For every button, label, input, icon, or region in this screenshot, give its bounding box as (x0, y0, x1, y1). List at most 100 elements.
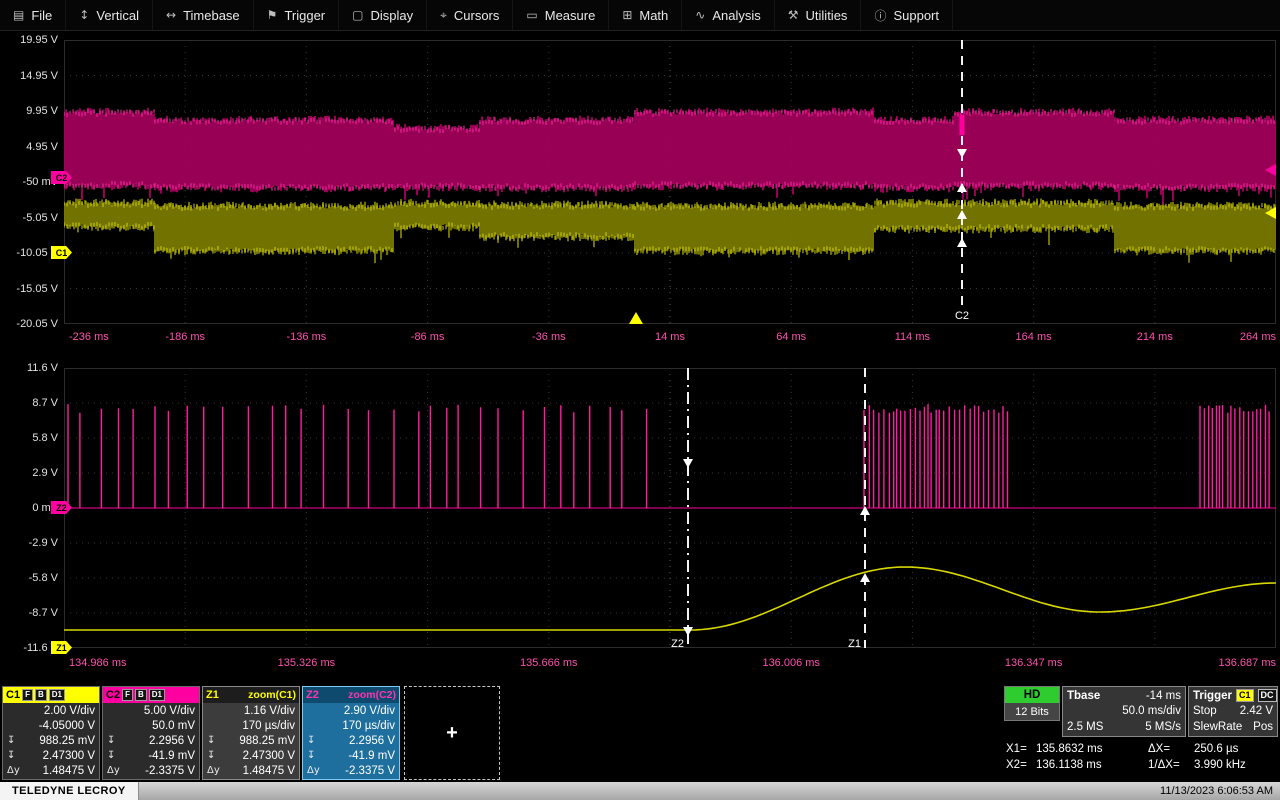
utilities-icon: ⚒ (787, 8, 799, 22)
menu-item-label: File (31, 7, 53, 23)
descriptor-row: 2.90 V/div (303, 703, 399, 718)
menu-item-analysis[interactable]: ∿ Analysis (682, 0, 775, 30)
upper-x-label: -86 ms (410, 331, 445, 343)
descriptor-c1[interactable]: C1 F B D1 2.00 V/div -4.05000 V ↧ 988.25 mV ↧ 2.4… (2, 686, 100, 780)
vertical-icon: ↕ (79, 8, 90, 22)
descriptor-z1[interactable]: Z1 zoom(C1) 1.16 V/div 170 µs/div ↧ 988.25 mV… (202, 686, 300, 780)
upper-y-label: -10.05 V (16, 247, 58, 259)
lower-x-label: 134.986 ms (69, 657, 127, 669)
descriptor-row: 1.16 V/div (203, 703, 299, 718)
hd-label: HD (1005, 687, 1059, 703)
trigger-kind: SlewRate (1193, 720, 1243, 733)
upper-x-label: 214 ms (1136, 331, 1173, 343)
row-value: -4.05000 V (38, 719, 95, 732)
badge-b: B (134, 689, 147, 701)
descriptor-row: ↧ 2.2956 V (103, 733, 199, 748)
row-value: 1.48475 V (242, 764, 295, 777)
status-bar: TELEDYNE LECROY 11/13/2023 6:06:53 AM (0, 782, 1280, 800)
lower-grid[interactable]: Z2 Z1 (64, 368, 1276, 648)
lower-y-label: -8.7 V (28, 607, 58, 619)
lower-y-label: 11.6 V (27, 362, 58, 374)
row-glyph: ↧ (7, 750, 16, 761)
menu-item-file[interactable]: ▤ File (0, 0, 67, 30)
x1-value: 135.8632 ms (1036, 743, 1103, 755)
descriptor-row: Δy 1.48475 V (3, 763, 99, 778)
upper-x-label: 114 ms (894, 331, 931, 343)
row-glyph: ↧ (207, 735, 216, 746)
cursor-readout: X1= 135.8632 ms ΔX= 250.6 µs X2= 136.113… (1006, 741, 1278, 773)
trigger-level: 2.42 V (1239, 705, 1273, 718)
row-glyph: ↧ (107, 735, 116, 746)
timebase-box[interactable]: Tbase -14 ms 50.0 ms/div 2.5 MS 5 MS/s (1062, 686, 1186, 737)
row-glyph: Δy (207, 765, 220, 776)
hd-indicator[interactable]: HD 12 Bits (1004, 686, 1060, 721)
descriptor-z2[interactable]: Z2 zoom(C2) 2.90 V/div 170 µs/div ↧ 2.2956 V ↧… (302, 686, 400, 780)
row-glyph: Δy (307, 765, 320, 776)
add-trace-button[interactable]: + (404, 686, 500, 780)
upper-y-label: 14.95 V (20, 69, 58, 82)
row-value: 2.90 V/div (343, 704, 395, 717)
trigger-label: Trigger (1193, 689, 1232, 702)
upper-grid[interactable]: C2 (64, 40, 1276, 324)
descriptor-row: 50.0 mV (103, 718, 199, 733)
support-icon: ⓘ (874, 8, 887, 23)
lower-x-label: 135.666 ms (520, 657, 578, 669)
lower-y-label: -11.6 V (23, 642, 58, 654)
row-value: 1.48475 V (42, 764, 95, 777)
menu-item-timebase[interactable]: ↔ Timebase (153, 0, 254, 30)
upper-x-label: 14 ms (655, 331, 685, 343)
menu-item-vertical[interactable]: ↕ Vertical (66, 0, 153, 30)
descriptor-row: 170 µs/div (203, 718, 299, 733)
descriptor-header[interactable]: C1 F B D1 (3, 687, 99, 703)
upper-x-label: -186 ms (165, 331, 206, 343)
trace-z2 (67, 404, 1270, 508)
menu-item-support[interactable]: ⓘ Support (861, 0, 953, 30)
upper-y-label: -50 mV (22, 176, 58, 188)
upper-y-label: 19.95 V (20, 34, 58, 46)
oscilloscope-screen: ▤ File ↕ Vertical ↔ Timebase ⚑ Trigger ▢ Display ⌖… (0, 0, 1280, 800)
row-value: 1.16 V/div (243, 704, 295, 717)
menu-item-trigger[interactable]: ⚑ Trigger (254, 0, 340, 30)
descriptor-row: Δy 1.48475 V (203, 763, 299, 778)
descriptor-header[interactable]: C2 F B D1 (103, 687, 199, 703)
row-value: -41.9 mV (148, 749, 195, 762)
upper-x-label: 164 ms (1015, 331, 1052, 343)
trigger-position-marker[interactable] (629, 312, 643, 324)
menu-bar: ▤ File ↕ Vertical ↔ Timebase ⚑ Trigger ▢ Display ⌖… (0, 0, 1280, 31)
menu-item-label: Math (639, 7, 669, 23)
menu-item-display[interactable]: ▢ Display (339, 0, 428, 30)
menu-item-label: Measure (544, 7, 596, 23)
menu-item-cursors[interactable]: ⌖ Cursors (427, 0, 514, 30)
upper-x-label: 264 ms (1239, 331, 1276, 343)
trace-label: C1 (6, 689, 21, 701)
trigger-box[interactable]: Trigger C1 DC Stop 2.42 V SlewRate Pos (1188, 686, 1278, 737)
descriptor-row: 5.00 V/div (103, 703, 199, 718)
row-value: 2.47300 V (42, 749, 95, 762)
upper-x-label: 64 ms (776, 331, 807, 343)
brand-logo: TELEDYNE LECROY (0, 782, 139, 800)
row-value: 988.25 mV (239, 734, 295, 747)
menu-item-label: Vertical (96, 7, 139, 23)
lower-x-label: 136.006 ms (762, 657, 820, 669)
menu-item-utilities[interactable]: ⚒ Utilities (775, 0, 862, 30)
descriptor-row: ↧ 988.25 mV (203, 733, 299, 748)
menu-item-label: Display (370, 7, 414, 23)
menu-item-measure[interactable]: ▭ Measure (513, 0, 610, 30)
trace-label: Z2 (306, 689, 319, 701)
row-value: 5.00 V/div (143, 704, 195, 717)
row-glyph: ↧ (307, 750, 316, 761)
descriptor-row: ↧ -41.9 mV (303, 748, 399, 763)
descriptor-header[interactable]: Z1 zoom(C1) (203, 687, 299, 703)
lower-y-label: -5.8 V (28, 572, 58, 584)
menu-item-math[interactable]: ⊞ Math (609, 0, 683, 30)
descriptor-row: -4.05000 V (3, 718, 99, 733)
row-glyph: ↧ (107, 750, 116, 761)
dx-label: ΔX= (1148, 743, 1171, 755)
descriptor-header[interactable]: Z2 zoom(C2) (303, 687, 399, 703)
zoom-source-label: zoom(C2) (348, 689, 396, 701)
tbase-rate: 5 MS/s (1145, 720, 1181, 733)
row-value: 2.00 V/div (43, 704, 95, 717)
row-value: 170 µs/div (242, 719, 295, 732)
x2-value: 136.1138 ms (1036, 759, 1102, 771)
descriptor-c2[interactable]: C2 F B D1 5.00 V/div 50.0 mV ↧ 2.2956 V ↧ -41.9 m… (102, 686, 200, 780)
